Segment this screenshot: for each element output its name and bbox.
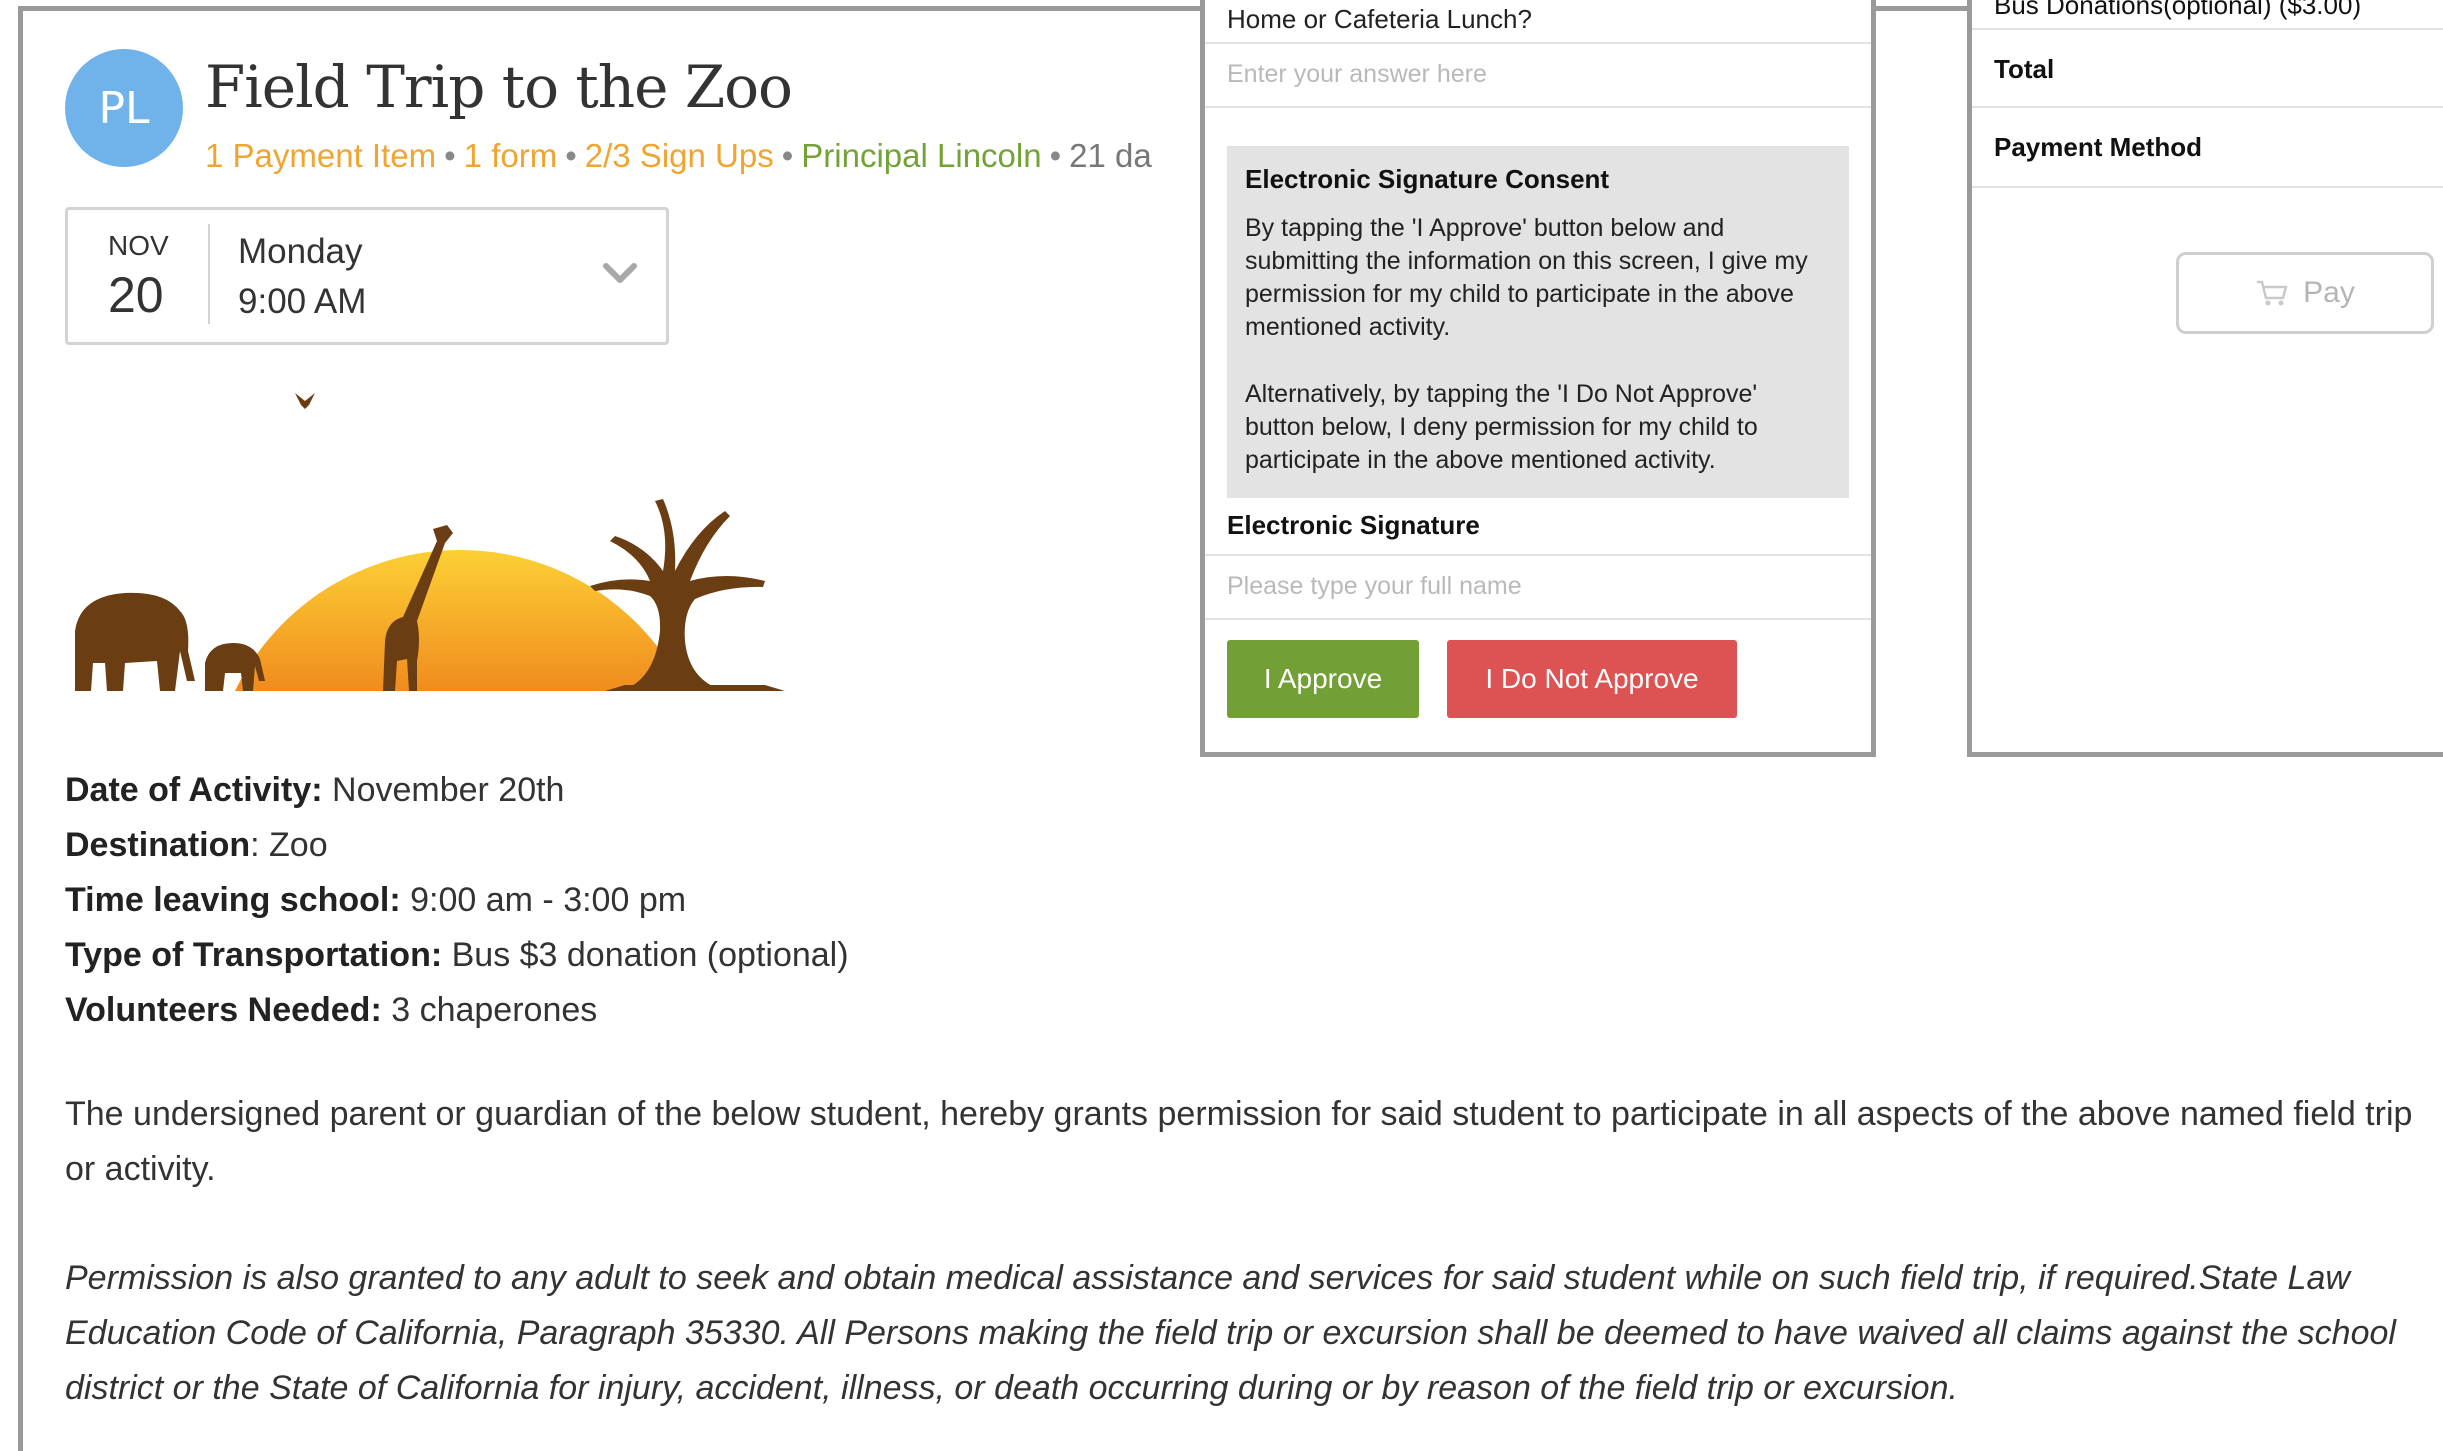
consent-box-deny-text: Alternatively, by tapping the 'I Do Not …	[1245, 380, 1758, 474]
safari-illustration	[75, 393, 785, 691]
meta-separator: •	[565, 137, 577, 174]
avatar-initials: PL	[98, 82, 150, 134]
detail-volunteers: Volunteers Needed: 3 chaperones	[65, 991, 598, 1029]
pay-label: Pay	[2303, 276, 2355, 309]
meta-separator: •	[1049, 137, 1062, 174]
total-row: Total	[1972, 30, 2443, 108]
payment-panel: Bus Donations(optional) ($3.00) Total Pa…	[1967, 0, 2443, 757]
consent-panel: Home or Cafeteria Lunch? Enter your answ…	[1200, 0, 1876, 757]
divider	[1205, 618, 1871, 620]
signature-label: Electronic Signature	[1227, 510, 1480, 540]
lunch-question: Home or Cafeteria Lunch?	[1227, 4, 1532, 34]
detail-transportation: Type of Transportation: Bus $3 donation …	[65, 936, 849, 974]
event-meta: 1 Payment Item • 1 form • 2/3 Sign Ups • Princ…	[205, 137, 1152, 175]
payment-method-label: Payment Method	[1994, 132, 2203, 162]
signature-input[interactable]: Please type your full name	[1227, 572, 1522, 601]
answer-input[interactable]: Enter your answer here	[1227, 60, 1487, 89]
date-selector[interactable]: NOV 20 Monday 9:00 AM	[65, 207, 669, 345]
approve-button[interactable]: I Approve	[1227, 640, 1419, 718]
detail-destination: Destination: Zoo	[65, 826, 328, 864]
bus-donations-row[interactable]: Bus Donations(optional) ($3.00)	[1972, 0, 2443, 30]
meta-separator: •	[444, 137, 456, 174]
divider	[1205, 106, 1871, 108]
cart-icon	[2257, 280, 2288, 306]
liability-paragraph: Permission is also granted to any adult …	[65, 1259, 2396, 1407]
date-day: 20	[108, 267, 164, 323]
pay-button[interactable]: Pay	[2176, 252, 2434, 334]
date-weekday: Monday	[238, 232, 363, 271]
consent-box-title: Electronic Signature Consent	[1245, 164, 1610, 194]
total-label: Total	[1994, 54, 2055, 84]
bus-donations-label: Bus Donations(optional) ($3.00)	[1994, 0, 2362, 20]
page-title: Field Trip to the Zoo	[205, 53, 793, 121]
signature-consent-box: Electronic Signature Consent By tapping …	[1227, 146, 1849, 498]
consent-box-approve-text: By tapping the 'I Approve' button below …	[1245, 214, 1808, 341]
detail-time: Time leaving school: 9:00 am - 3:00 pm	[65, 881, 687, 919]
avatar: PL	[65, 49, 183, 167]
permission-paragraph: The undersigned parent or guardian of th…	[65, 1095, 2413, 1188]
chevron-down-icon[interactable]	[600, 258, 640, 288]
detail-date: Date of Activity: November 20th	[65, 771, 565, 809]
deny-button[interactable]: I Do Not Approve	[1447, 640, 1737, 718]
meta-forms[interactable]: 1 form	[464, 137, 558, 174]
divider	[1205, 554, 1871, 556]
date-time: 9:00 AM	[238, 282, 367, 321]
meta-signups[interactable]: 2/3 Sign Ups	[585, 137, 774, 174]
divider	[1205, 42, 1871, 44]
payment-method-row[interactable]: Payment Method	[1972, 108, 2443, 188]
date-month: NOV	[108, 230, 169, 261]
meta-organizer[interactable]: Principal Lincoln	[801, 137, 1041, 174]
meta-separator: •	[781, 137, 794, 174]
meta-days: 21 da	[1069, 137, 1152, 174]
activity-details: Date of Activity: November 20th Destinat…	[65, 763, 849, 1038]
meta-payment-items[interactable]: 1 Payment Item	[205, 137, 436, 174]
date-divider	[208, 224, 210, 324]
